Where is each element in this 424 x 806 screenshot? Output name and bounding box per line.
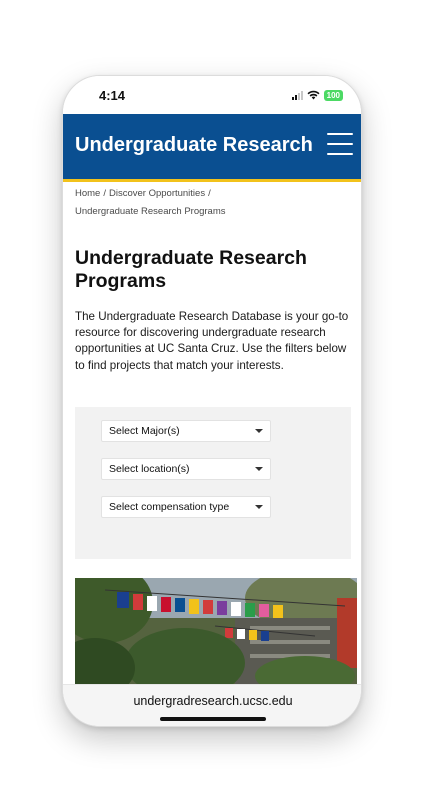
dropdown-arrow-icon <box>255 505 263 509</box>
phone-frame: 4:14 100 Undergraduate Research Home / Dis… <box>62 75 362 727</box>
status-icons: 100 <box>291 88 343 102</box>
location-select[interactable]: Select location(s) <box>101 458 271 480</box>
hamburger-menu-icon[interactable] <box>327 133 353 155</box>
cellular-signal-icon <box>291 90 303 100</box>
breadcrumb-discover-link[interactable]: Discover Opportunities <box>109 188 205 199</box>
breadcrumb: Home / Discover Opportunities / Undergradua… <box>75 185 351 221</box>
location-select-label: Select location(s) <box>109 463 190 475</box>
battery-icon: 100 <box>323 89 343 101</box>
breadcrumb-separator: / <box>103 188 106 199</box>
dropdown-arrow-icon <box>255 467 263 471</box>
breadcrumb-home-link[interactable]: Home <box>75 188 100 199</box>
breadcrumb-current: Undergraduate Research Programs <box>75 206 226 217</box>
site-title[interactable]: Undergraduate Research <box>75 134 313 157</box>
status-time: 4:14 <box>99 88 126 103</box>
major-select[interactable]: Select Major(s) <box>101 420 271 442</box>
campus-flags-photo <box>75 578 357 686</box>
site-header: Undergraduate Research <box>63 114 361 182</box>
status-bar: 4:14 100 <box>63 76 361 114</box>
browser-url-bar[interactable]: undergradresearch.ucsc.edu <box>63 684 361 726</box>
intro-text: The Undergraduate Research Database is y… <box>75 310 349 372</box>
filter-panel: Select Major(s) Select location(s) Selec… <box>75 407 351 559</box>
dropdown-arrow-icon <box>255 429 263 433</box>
home-indicator <box>160 717 266 721</box>
major-select-label: Select Major(s) <box>109 425 180 437</box>
compensation-select-label: Select compensation type <box>109 501 230 513</box>
hero-image <box>75 578 357 686</box>
compensation-select[interactable]: Select compensation type <box>101 496 271 518</box>
breadcrumb-separator: / <box>208 188 211 199</box>
wifi-icon <box>307 90 320 100</box>
page-title: Undergraduate Research Programs <box>75 247 307 292</box>
url-text[interactable]: undergradresearch.ucsc.edu <box>63 694 361 708</box>
